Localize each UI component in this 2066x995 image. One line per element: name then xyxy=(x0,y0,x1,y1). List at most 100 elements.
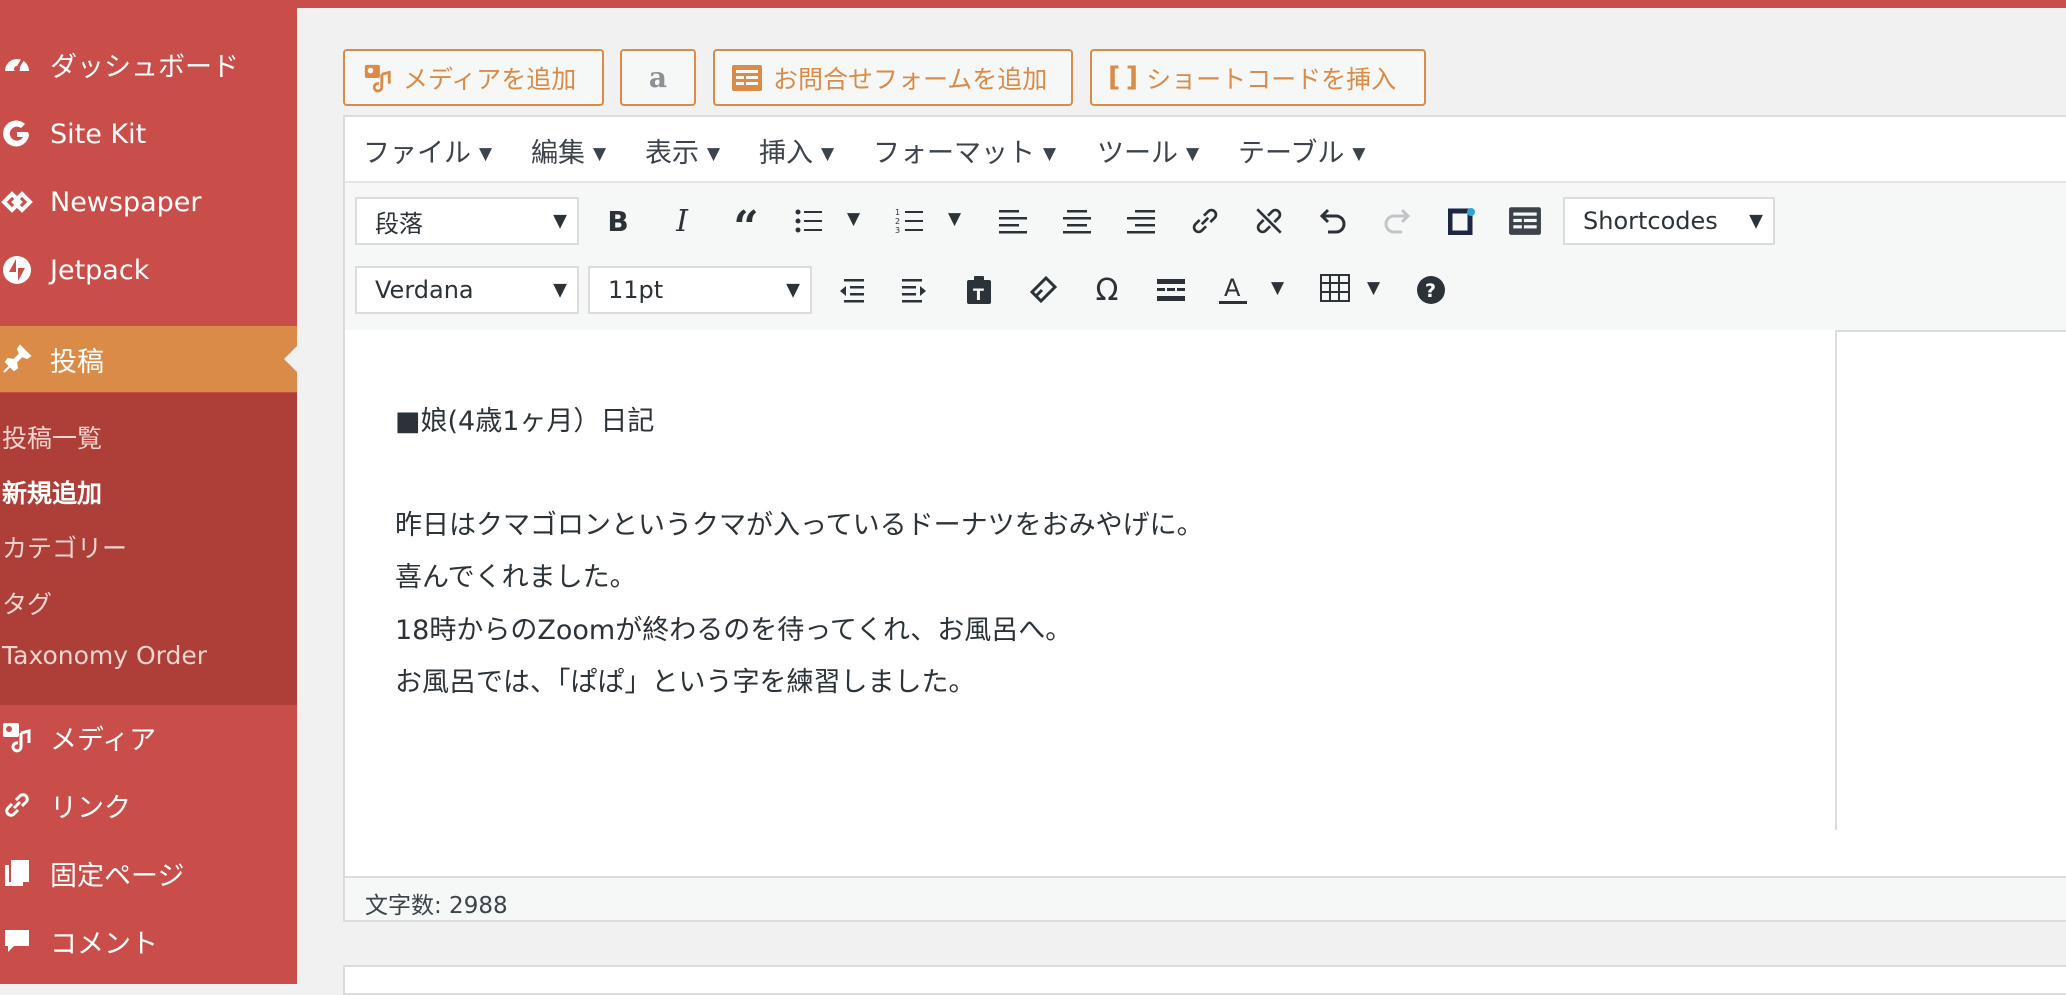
sidebar-item-label: ダッシュボード xyxy=(50,51,239,83)
caret-icon: ▼ xyxy=(1352,144,1366,164)
format-select[interactable]: 段落 ▼ xyxy=(355,197,579,245)
align-center-icon[interactable] xyxy=(1057,201,1097,241)
sidebar-item-label: リンク xyxy=(50,792,131,824)
insert-link-icon[interactable] xyxy=(1185,201,1225,241)
submenu-item-categories[interactable]: カテゴリー xyxy=(2,529,127,565)
svg-text:?: ? xyxy=(1425,280,1436,302)
content-line: 昨日はクマゴロンというクマが入っているドーナツをおみやげに。 xyxy=(395,510,1204,541)
sidebar-item-site-kit[interactable]: Site Kit xyxy=(0,101,297,167)
contact-form-icon[interactable] xyxy=(1505,201,1545,241)
caret-icon: ▼ xyxy=(479,144,493,164)
editor-content-area[interactable]: ■娘(4歳1ヶ月）日記 昨日はクマゴロンというクマが入っているドーナツをおみやげ… xyxy=(345,330,1837,830)
align-left-icon[interactable] xyxy=(993,201,1033,241)
submenu-item-all-posts[interactable]: 投稿一覧 xyxy=(2,419,102,455)
shortcodes-select[interactable]: Shortcodes ▼ xyxy=(1563,197,1775,245)
sidebar-item-media[interactable]: メディア xyxy=(0,704,297,770)
font-family-select[interactable]: Verdana ▼ xyxy=(355,266,579,314)
add-contact-form-label: お問合せフォームを追加 xyxy=(773,64,1048,94)
sidebar-item-label: コメント xyxy=(50,928,158,960)
paste-text-icon[interactable]: T xyxy=(959,270,999,310)
bullet-list-icon[interactable] xyxy=(789,201,829,241)
clear-formatting-icon[interactable] xyxy=(1023,270,1063,310)
menu-table[interactable]: テーブル ▼ xyxy=(1238,131,1365,170)
special-character-icon[interactable]: Ω xyxy=(1087,270,1127,310)
add-media-label: メディアを追加 xyxy=(403,64,577,94)
sidebar-item-newspaper[interactable]: Newspaper xyxy=(0,169,297,235)
insert-shortcode-button[interactable]: [ ] ショートコードを挿入 xyxy=(1090,49,1426,106)
amazon-icon: a xyxy=(648,61,668,94)
sidebar-item-links[interactable]: リンク xyxy=(0,772,297,838)
bullet-list-caret[interactable]: ▼ xyxy=(847,209,860,229)
menu-tools[interactable]: ツール ▼ xyxy=(1097,131,1199,170)
editor-statusbar: 文字数: 2988 xyxy=(345,876,2066,920)
sidebar-item-pages[interactable]: 固定ページ xyxy=(0,840,297,906)
dashboard-icon xyxy=(0,47,34,81)
menu-insert[interactable]: 挿入 ▼ xyxy=(759,131,834,170)
menu-label: テーブル xyxy=(1238,138,1345,169)
insert-shortcode-label: ショートコードを挿入 xyxy=(1146,64,1397,94)
table-caret[interactable]: ▼ xyxy=(1367,278,1380,298)
help-icon[interactable]: ? xyxy=(1411,270,1451,310)
plugin-square-icon[interactable] xyxy=(1442,201,1482,241)
font-size-value: 11pt xyxy=(608,276,664,304)
sidebar-item-label: Newspaper xyxy=(50,186,202,218)
sidebar-item-dashboard[interactable]: ダッシュボード xyxy=(0,31,297,97)
caret-icon: ▼ xyxy=(553,279,567,301)
numbered-list-icon[interactable]: 123 xyxy=(890,201,930,241)
media-icon xyxy=(0,720,34,754)
submenu-item-taxonomy-order[interactable]: Taxonomy Order xyxy=(2,641,207,670)
shortcode-icon: [ ] xyxy=(1108,62,1138,93)
sidebar-item-label: Site Kit xyxy=(50,118,147,150)
menu-edit[interactable]: 編集 ▼ xyxy=(531,131,606,170)
caret-icon: ▼ xyxy=(707,144,721,164)
posts-submenu: 投稿一覧 新規追加 カテゴリー タグ Taxonomy Order xyxy=(0,393,297,705)
italic-icon[interactable]: I xyxy=(662,201,702,241)
sidebar-item-label: 固定ページ xyxy=(50,860,185,892)
content-line: ■娘(4歳1ヶ月）日記 xyxy=(395,406,655,437)
text-color-caret[interactable]: ▼ xyxy=(1271,278,1284,298)
pin-icon xyxy=(0,342,34,376)
blockquote-icon[interactable]: “ xyxy=(726,201,766,250)
svg-text:T: T xyxy=(973,285,984,304)
undo-icon[interactable] xyxy=(1313,201,1353,241)
sidebar-item-jetpack[interactable]: Jetpack xyxy=(0,237,297,303)
svg-text:1: 1 xyxy=(895,208,900,217)
numbered-list-caret[interactable]: ▼ xyxy=(948,209,961,229)
sidebar-item-label: Jetpack xyxy=(50,254,150,286)
editor-toolbars: 段落 ▼ B I “ ▼ 123 ▼ Shortcodes ▼ Verdana … xyxy=(345,183,2066,332)
caret-icon: ▼ xyxy=(1186,144,1200,164)
font-family-value: Verdana xyxy=(375,276,474,304)
submenu-item-add-new[interactable]: 新規追加 xyxy=(2,474,102,510)
table-icon[interactable] xyxy=(1315,268,1355,308)
redo-icon[interactable] xyxy=(1377,201,1417,241)
font-size-select[interactable]: 11pt ▼ xyxy=(588,266,812,314)
unlink-icon[interactable] xyxy=(1249,201,1289,241)
admin-sidebar: ダッシュボード Site Kit Newspaper Jetpack 投稿 投稿… xyxy=(0,0,297,984)
content-line: 18時からのZoomが終わるのを待ってくれ、お風呂へ。 xyxy=(395,615,1073,646)
text-color-icon[interactable]: A xyxy=(1213,270,1253,310)
classic-editor: ファイル ▼ 編集 ▼ 表示 ▼ 挿入 ▼ フォーマット ▼ ツール ▼ テーブル ▼ 段落 … xyxy=(343,115,2066,922)
add-media-button[interactable]: メディアを追加 xyxy=(343,49,604,106)
menu-label: ファイル xyxy=(363,138,471,169)
indent-icon[interactable] xyxy=(895,270,935,310)
next-metabox xyxy=(343,965,2066,995)
align-right-icon[interactable] xyxy=(1121,201,1161,241)
menu-file[interactable]: ファイル ▼ xyxy=(363,131,492,170)
submenu-item-tags[interactable]: タグ xyxy=(2,585,52,621)
menu-format[interactable]: フォーマット ▼ xyxy=(873,131,1056,170)
menu-label: 挿入 xyxy=(759,138,813,169)
outdent-icon[interactable] xyxy=(831,270,871,310)
bold-icon[interactable]: B xyxy=(598,201,638,241)
read-more-icon[interactable] xyxy=(1151,270,1191,310)
sidebar-item-posts[interactable]: 投稿 xyxy=(0,326,297,392)
add-contact-form-button[interactable]: お問合せフォームを追加 xyxy=(713,49,1073,106)
menu-view[interactable]: 表示 ▼ xyxy=(645,131,720,170)
caret-icon: ▼ xyxy=(1749,210,1763,232)
amazon-button[interactable]: a xyxy=(620,49,696,106)
form-icon xyxy=(731,64,763,92)
svg-text:A: A xyxy=(1224,274,1241,302)
sidebar-item-comments[interactable]: コメント xyxy=(0,908,297,974)
word-count: 文字数: 2988 xyxy=(365,893,508,919)
caret-icon: ▼ xyxy=(593,144,607,164)
google-g-icon xyxy=(0,117,34,151)
